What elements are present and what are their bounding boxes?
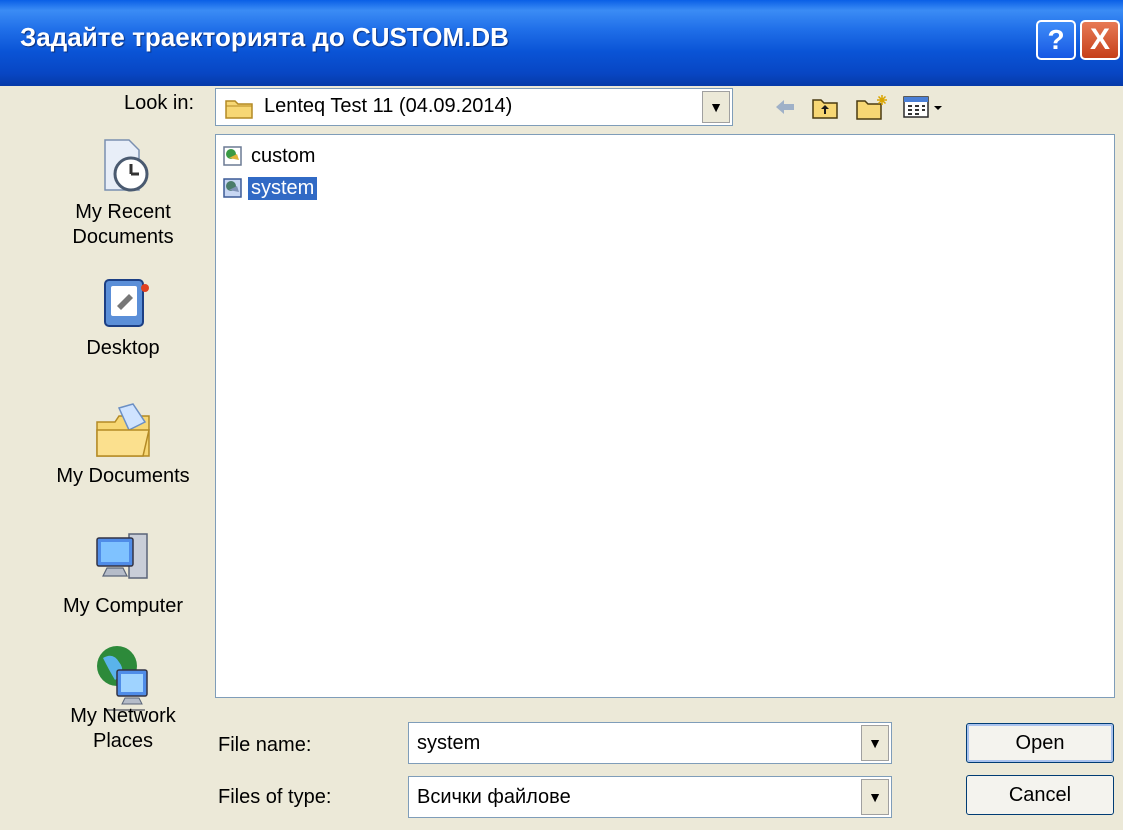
place-computer[interactable]: My Computer: [48, 528, 198, 619]
my-computer-icon: [96, 533, 148, 579]
file-type-label-text: Files of type:: [218, 786, 332, 808]
up-folder-button[interactable]: [808, 90, 842, 124]
views-menu-icon: [903, 96, 942, 118]
place-recent-label: My Recent Documents: [72, 201, 174, 248]
place-desktop[interactable]: Desktop: [48, 276, 198, 361]
database-file-icon: [223, 178, 242, 198]
place-desktop-label: Desktop: [86, 337, 160, 359]
close-icon: X: [1089, 23, 1110, 56]
look-in-arrow[interactable]: ▼: [702, 91, 730, 123]
title-bar[interactable]: Задайте траекторията до CUSTOM.DB ? X: [0, 0, 1123, 86]
file-type-dropdown[interactable]: Всички файлове ▼: [408, 776, 892, 818]
file-name-value: system: [417, 732, 481, 754]
file-type-value: Всички файлове: [417, 786, 571, 808]
my-documents-icon: [96, 403, 150, 457]
chevron-down-icon: ▼: [868, 735, 882, 751]
file-type-arrow[interactable]: ▼: [861, 779, 889, 815]
database-file-icon: [223, 146, 242, 166]
chevron-down-icon: ▼: [868, 789, 882, 805]
file-item-system[interactable]: system: [222, 175, 318, 201]
file-open-dialog: Задайте траекторията до CUSTOM.DB ? X Lo…: [0, 0, 1123, 830]
folder-icon: [225, 100, 253, 119]
file-list[interactable]: custom system: [215, 134, 1115, 698]
place-recent[interactable]: My Recent Documents: [48, 134, 198, 250]
file-item-custom[interactable]: custom: [222, 143, 318, 169]
back-button[interactable]: [770, 90, 800, 124]
file-name-arrow[interactable]: ▼: [861, 725, 889, 761]
place-documents-label: My Documents: [56, 465, 190, 487]
look-in-value: Lenteq Test 11 (04.09.2014): [264, 95, 513, 117]
place-network-label: My Network Places: [70, 705, 176, 752]
close-button[interactable]: X: [1080, 20, 1120, 60]
place-computer-label: My Computer: [62, 595, 184, 617]
look-in-label: Look in:: [124, 92, 195, 114]
new-folder-icon: [856, 95, 887, 120]
window-title: Задайте траекторията до CUSTOM.DB: [20, 22, 509, 52]
open-button[interactable]: Open: [966, 723, 1114, 763]
file-name-combo[interactable]: system ▼: [408, 722, 892, 764]
recent-documents-icon: [104, 139, 149, 192]
chevron-down-icon: ▼: [709, 99, 723, 115]
place-network[interactable]: My Network Places: [48, 640, 198, 754]
new-folder-button[interactable]: [852, 90, 892, 124]
help-button[interactable]: ?: [1036, 20, 1076, 60]
views-menu-button[interactable]: [900, 90, 946, 124]
place-documents[interactable]: My Documents: [48, 402, 198, 489]
up-folder-icon: [812, 99, 838, 119]
help-icon: ?: [1047, 24, 1065, 55]
desktop-icon: [104, 279, 149, 327]
cancel-button[interactable]: Cancel: [966, 775, 1114, 815]
look-in-dropdown[interactable]: Lenteq Test 11 (04.09.2014) ▼: [215, 88, 733, 126]
file-name-label: system: [248, 176, 318, 200]
file-name-label: custom: [251, 144, 316, 167]
file-name-label-text: File name:: [218, 734, 312, 756]
back-arrow-icon: [776, 100, 794, 114]
